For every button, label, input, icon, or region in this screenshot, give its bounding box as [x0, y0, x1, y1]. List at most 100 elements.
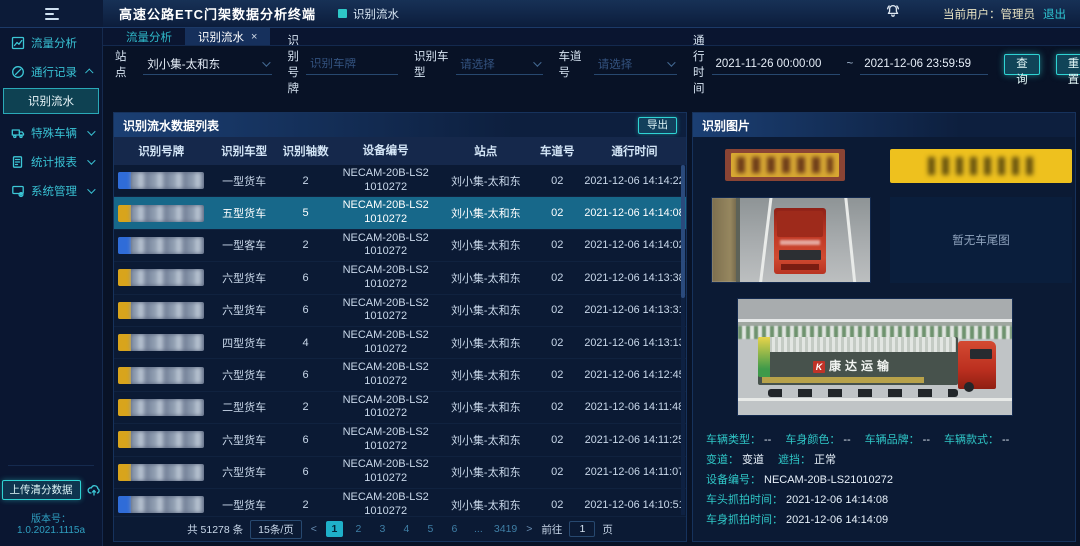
cell-axle-count: 2	[280, 401, 331, 413]
cell-vehicle-type: 五型货车	[208, 205, 280, 221]
page-number-button[interactable]: 3419	[494, 521, 517, 537]
cell-pass-time: 2021-12-06 14:14:02	[583, 239, 686, 251]
time-range-filter: 通行时间 ~	[693, 32, 988, 96]
record-pen-icon	[11, 65, 25, 79]
lane-select[interactable]: 请选择	[594, 53, 677, 75]
chevron-up-icon	[85, 68, 93, 76]
detail-field: 变道：变道	[706, 450, 764, 470]
field-label: 车辆类型：	[706, 434, 761, 446]
detail-field: 车身抓拍时间：2021-12-06 14:14:09	[706, 510, 888, 530]
vehicle-head-photo	[711, 197, 871, 283]
time-end-input[interactable]	[864, 58, 984, 70]
collapse-menu-icon[interactable]	[45, 8, 59, 20]
chevron-down-icon	[87, 156, 95, 164]
goto-page-input[interactable]	[569, 521, 595, 537]
plate-color-chip	[118, 237, 131, 254]
plate-label: 识别号牌	[288, 32, 300, 96]
sidebar-item-pass-records[interactable]: 通行记录	[0, 57, 102, 86]
plate-thumbnail	[118, 464, 204, 481]
page-number-button[interactable]: 4	[398, 521, 415, 537]
table-row[interactable]: 一型客车 2 NECAM-20B-LS21010272 刘小集-太和东 02 2…	[114, 230, 686, 262]
vehicle-detail-fields: 车辆类型：--车身颜色：--车辆品牌：--车辆款式：--变道：变道遮挡：正常 设…	[706, 430, 1067, 530]
tab-flow-analysis[interactable]: 流量分析	[113, 28, 185, 45]
cell-vehicle-type: 二型货车	[208, 399, 280, 415]
sidebar-item-statistics-reports[interactable]: 统计报表	[0, 147, 102, 176]
table-row[interactable]: 一型货车 2 NECAM-20B-LS21010272 刘小集-太和东 02 2…	[114, 165, 686, 197]
cell-device-number: NECAM-20B-LS21010272	[331, 329, 440, 357]
plate-thumbnail	[118, 496, 204, 513]
cell-pass-time: 2021-12-06 14:13:13	[583, 337, 686, 349]
field-label: 车头抓拍时间：	[706, 494, 783, 506]
detail-field: 设备编号：NECAM-20B-LS21010272	[706, 470, 893, 490]
cell-axle-count: 2	[280, 239, 331, 251]
lane-placeholder: 请选择	[598, 56, 633, 72]
tab-close-icon[interactable]: ×	[251, 31, 257, 43]
table-row[interactable]: 六型货车 6 NECAM-20B-LS21010272 刘小集-太和东 02 2…	[114, 262, 686, 294]
cell-pass-time: 2021-12-06 14:14:22	[583, 175, 686, 187]
detail-field: 遮挡：正常	[778, 450, 836, 470]
tab-recognition-flow[interactable]: 识别流水 ×	[185, 28, 270, 45]
alarm-bell-icon[interactable]	[885, 3, 901, 24]
plate-thumbnail	[118, 172, 204, 189]
plate-blurred-text	[131, 172, 204, 189]
table-scrollbar[interactable]	[681, 165, 685, 515]
module-square-icon	[338, 9, 347, 18]
cell-axle-count: 6	[280, 466, 331, 478]
plate-blurred-text	[131, 399, 204, 416]
table-row[interactable]: 六型货车 6 NECAM-20B-LS21010272 刘小集-太和东 02 2…	[114, 359, 686, 391]
upload-clearing-data-button[interactable]: 上传清分数据	[2, 480, 81, 500]
page-number-button[interactable]: 6	[446, 521, 463, 537]
table-row[interactable]: 五型货车 5 NECAM-20B-LS21010272 刘小集-太和东 02 2…	[114, 197, 686, 229]
sidebar-item-special-vehicles[interactable]: 特殊车辆	[0, 118, 102, 147]
table-row[interactable]: 六型货车 6 NECAM-20B-LS21010272 刘小集-太和东 02 2…	[114, 295, 686, 327]
detail-field: 车辆款式：--	[944, 430, 1009, 450]
cell-station: 刘小集-太和东	[440, 270, 532, 286]
images-panel-title: 识别图片	[702, 117, 750, 134]
table-row[interactable]: 四型货车 4 NECAM-20B-LS21010272 刘小集-太和东 02 2…	[114, 327, 686, 359]
lane-line	[844, 197, 858, 283]
logout-link[interactable]: 退出	[1043, 6, 1066, 22]
plate-blurred-text	[131, 496, 204, 513]
query-button[interactable]: 查询	[1004, 54, 1040, 75]
table-row[interactable]: 二型货车 2 NECAM-20B-LS21010272 刘小集-太和东 02 2…	[114, 392, 686, 424]
cell-vehicle-type: 四型货车	[208, 335, 280, 351]
page-size-select[interactable]: 15条/页	[250, 520, 302, 539]
prev-page-button[interactable]: <	[309, 523, 319, 535]
column-header: 站点	[440, 143, 532, 159]
sidebar-subitem-recognition-flow[interactable]: 识别流水	[3, 88, 99, 114]
vehicle-type-label: 识别车型	[414, 48, 449, 80]
page-number-button[interactable]: 3	[374, 521, 391, 537]
table-body: 一型货车 2 NECAM-20B-LS21010272 刘小集-太和东 02 2…	[114, 165, 686, 541]
cell-vehicle-type: 一型货车	[208, 497, 280, 513]
station-select[interactable]: 刘小集-太和东	[143, 53, 271, 75]
line-chart-icon	[11, 36, 25, 50]
detail-fields-row2: 设备编号：NECAM-20B-LS21010272车头抓拍时间：2021-12-…	[706, 470, 1067, 510]
next-page-button[interactable]: >	[524, 523, 534, 535]
sidebar-item-system-management[interactable]: 系统管理	[0, 176, 102, 205]
scrollbar-thumb[interactable]	[681, 165, 685, 298]
cell-lane: 02	[532, 466, 583, 478]
table-row[interactable]: 六型货车 6 NECAM-20B-LS21010272 刘小集-太和东 02 2…	[114, 457, 686, 489]
page-number-button[interactable]: 5	[422, 521, 439, 537]
table-row[interactable]: 六型货车 6 NECAM-20B-LS21010272 刘小集-太和东 02 2…	[114, 424, 686, 456]
page-number-button[interactable]: ...	[470, 521, 487, 537]
page-number-button[interactable]: 2	[350, 521, 367, 537]
vehicle-type-filter: 识别车型 请选择	[414, 48, 543, 80]
reset-button[interactable]: 重置	[1056, 54, 1080, 75]
cell-lane: 02	[532, 207, 583, 219]
time-start-input[interactable]	[716, 58, 836, 70]
plate-input[interactable]	[310, 58, 394, 70]
export-button[interactable]: 导出	[638, 117, 677, 134]
field-label: 遮挡：	[778, 454, 811, 466]
cell-lane: 02	[532, 304, 583, 316]
page-number-button[interactable]: 1	[326, 521, 343, 537]
cell-pass-time: 2021-12-06 14:11:48	[583, 401, 686, 413]
recognized-plate-image-large	[890, 149, 1072, 183]
road-shoulder	[712, 198, 738, 282]
vehicle-type-select[interactable]: 请选择	[456, 53, 542, 75]
plate-thumbnail	[118, 302, 204, 319]
sidebar-item-flow-analysis[interactable]: 流量分析	[0, 28, 102, 57]
column-header: 通行时间	[583, 143, 686, 159]
cloud-upload-icon[interactable]	[87, 483, 101, 497]
cell-lane: 02	[532, 499, 583, 511]
